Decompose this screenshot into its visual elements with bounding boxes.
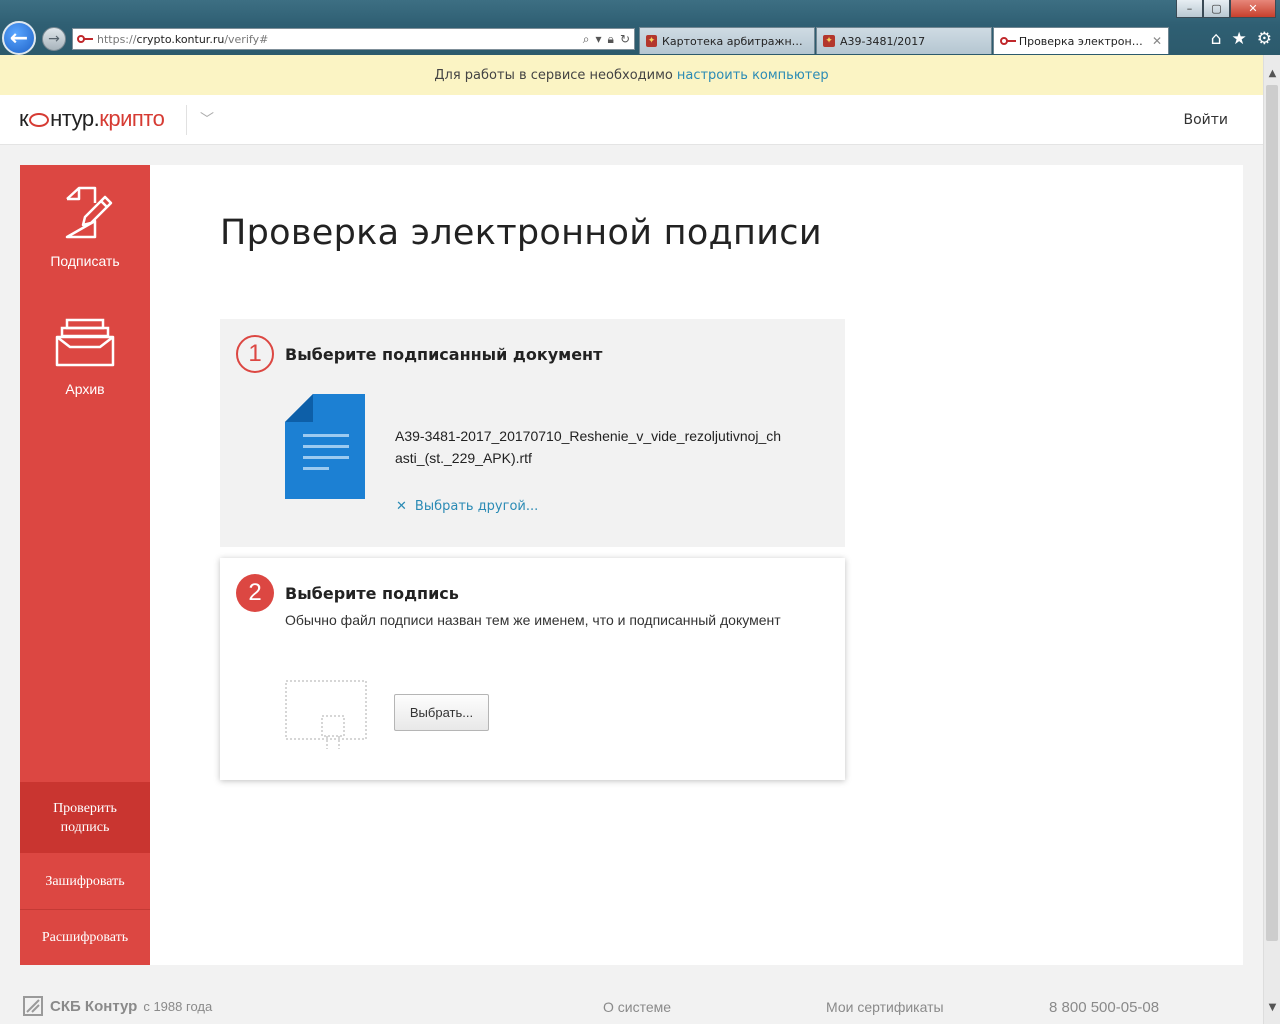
sidebar-item-label: Зашифровать [45,873,125,889]
scroll-thumb[interactable] [1266,85,1278,941]
support-phone: 8 800 500-05-08 [1049,999,1160,1016]
window-controls: – ▢ ✕ [1176,0,1276,18]
site-header: к нтур. крипто ﹀ Войти [0,95,1263,145]
address-bar[interactable]: https://crypto.kontur.ru/verify# ⌕ ▾ 🔒︎ … [72,28,635,50]
selected-filename: А39-3481-2017_20170710_Reshenie_v_vide_r… [395,428,782,466]
kontur-key-icon [77,34,93,44]
sidebar: Подписать Архив Проверить подпись Зашифр… [20,165,150,965]
tab-label: Картотека арбитражных ... [662,34,808,48]
login-link[interactable]: Войти [1183,112,1228,128]
step-number: 2 [236,574,274,612]
choose-other-link[interactable]: ✕ Выбрать другой... [396,499,538,514]
eagle-emblem-icon: ✦ [823,35,835,47]
choose-other-label: Выбрать другой... [414,499,539,514]
sidebar-item-verify[interactable]: Проверить подпись [20,782,150,853]
skb-kontur-logo-icon [23,996,43,1016]
search-icon[interactable]: ⌕ [583,32,590,47]
product-menu-chevron-icon[interactable]: ﹀ [200,109,214,129]
sidebar-item-archive[interactable]: Архив [20,317,150,397]
notice-text: Для работы в сервисе необходимо [434,67,673,83]
footer: СКБ Контур с 1988 года О системе Мои сер… [0,985,1263,1024]
signature-file-placeholder-icon [285,680,367,749]
logo-o-mark [29,113,50,127]
sidebar-item-label: Расшифровать [41,929,129,945]
gear-icon[interactable]: ⚙ [1257,29,1272,49]
my-certificates-link[interactable]: Мои сертификаты [826,999,944,1015]
lock-icon[interactable]: 🔒︎ [608,32,614,47]
tab-case[interactable]: ✦ А39-3481/2017 [816,27,992,54]
tab-label: Проверка электронно... [1018,34,1146,48]
minimize-button[interactable]: – [1176,0,1203,18]
dropdown-arrow-icon[interactable]: ▾ [596,32,602,47]
sign-document-icon [65,186,113,239]
home-icon[interactable]: ⌂ [1211,29,1222,49]
forward-button[interactable]: → [42,27,66,51]
close-window-button[interactable]: ✕ [1230,0,1276,18]
tab-label: А39-3481/2017 [840,34,926,48]
browser-toolbar-icons: ⌂ ★ ⚙ [1211,29,1272,49]
back-button[interactable]: ← [2,21,36,55]
address-url[interactable]: https://crypto.kontur.ru/verify# [97,33,268,46]
main-content: Проверка электронной подписи 1 Выберите … [150,165,1243,965]
footer-brand[interactable]: СКБ Контур с 1988 года [22,995,212,1017]
step-select-document: 1 Выберите подписанный документ А39-3481… [220,319,845,547]
kontur-crypto-logo[interactable]: к нтур. крипто [19,106,165,132]
step-title: Выберите подписанный документ [285,345,603,364]
page-title: Проверка электронной подписи [220,213,822,253]
step-number: 1 [236,335,274,373]
sidebar-item-label: Подписать [50,253,120,269]
setup-notice: Для работы в сервисе необходимо настроит… [0,55,1263,95]
sidebar-item-encrypt[interactable]: Зашифровать [20,854,150,908]
browser-chrome: – ▢ ✕ ← → https://crypto.kontur.ru/verif… [0,0,1280,55]
arrow-left-icon: ← [9,25,29,51]
about-link[interactable]: О системе [603,999,671,1015]
close-icon: ✕ [396,499,407,514]
archive-box-icon [55,318,115,367]
document-file-icon [285,394,365,499]
eagle-emblem-icon: ✦ [646,35,658,47]
close-tab-icon[interactable]: ✕ [1152,34,1162,48]
refresh-icon[interactable]: ↻ [620,32,630,47]
sidebar-item-decrypt[interactable]: Расшифровать [20,910,150,964]
footer-brand-name: СКБ Контур [50,997,138,1015]
tab-verify[interactable]: Проверка электронно... ✕ [993,27,1169,54]
scroll-down-icon[interactable]: ▼ [1264,999,1280,1016]
setup-computer-link[interactable]: настроить компьютер [677,68,829,83]
choose-signature-button[interactable]: Выбрать... [394,694,489,731]
scroll-up-icon[interactable]: ▲ [1264,65,1280,82]
page-scrollbar[interactable]: ▲ ▼ [1263,55,1280,1024]
step-title: Выберите подпись [285,584,459,603]
logo-separator [186,105,187,135]
arrow-right-icon: → [48,31,60,47]
star-icon[interactable]: ★ [1232,29,1247,49]
sidebar-item-label: Проверить подпись [53,800,117,835]
footer-since: с 1988 года [143,998,213,1014]
tab-kartoteka[interactable]: ✦ Картотека арбитражных ... [639,27,815,54]
sidebar-item-sign[interactable]: Подписать [20,185,150,269]
sidebar-item-label: Архив [65,381,105,397]
step-select-signature: 2 Выберите подпись Обычно файл подписи н… [220,558,845,780]
signature-hint: Обычно файл подписи назван тем же именем… [285,612,781,628]
maximize-button[interactable]: ▢ [1203,0,1230,18]
kontur-key-icon [1000,36,1016,46]
